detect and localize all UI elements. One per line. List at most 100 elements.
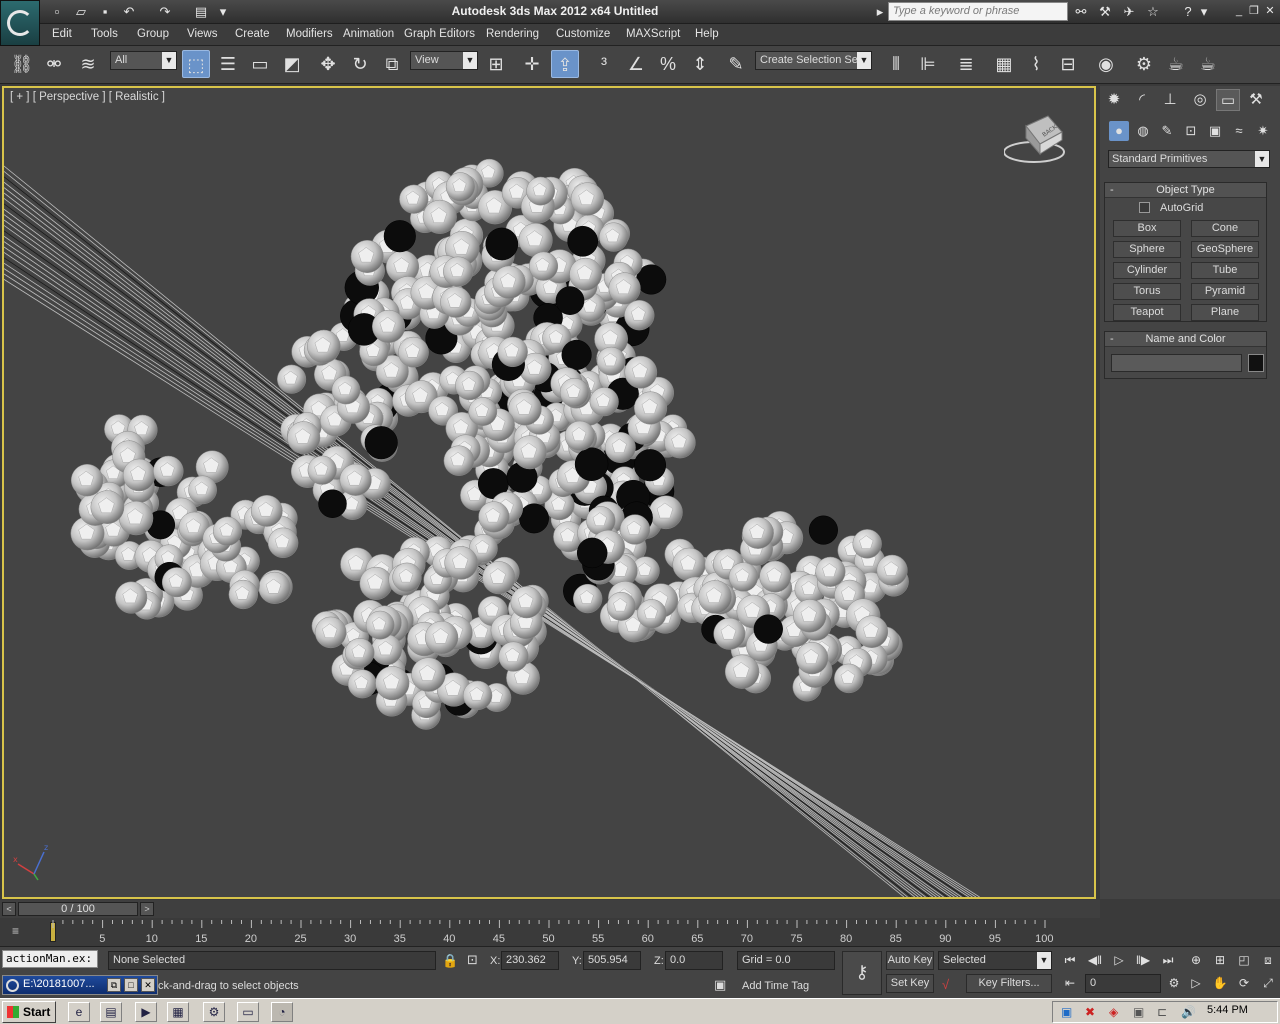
object-name-input[interactable]	[1111, 354, 1242, 372]
select-and-link-icon[interactable]: ⛓	[8, 50, 36, 78]
z-coord-field[interactable]: 0.0	[665, 951, 723, 970]
key-filter-curve-icon[interactable]: √	[942, 977, 949, 992]
absolute-transform-icon[interactable]: ⊡	[467, 952, 478, 968]
volume-icon[interactable]: 🔊	[1181, 1005, 1196, 1019]
tray-app-icon[interactable]: ▣	[1133, 1005, 1144, 1019]
geosphere-button[interactable]: GeoSphere	[1191, 241, 1259, 258]
systems-icon[interactable]: ✷	[1253, 121, 1273, 141]
settings-icon[interactable]: ⚙	[203, 1002, 225, 1022]
minimize-icon[interactable]: _	[1232, 4, 1246, 18]
curve-editor-icon[interactable]: ⌇	[1022, 50, 1050, 78]
start-button[interactable]: Start	[2, 1001, 56, 1023]
sphere-button[interactable]: Sphere	[1113, 241, 1181, 258]
shapes-icon[interactable]: ◍	[1133, 121, 1153, 141]
communication-center-icon[interactable]: ✈	[1119, 3, 1139, 21]
time-tag-icon[interactable]: ▣	[714, 977, 726, 993]
menu-group[interactable]: Group	[137, 28, 169, 40]
goto-end-icon[interactable]: ⏭	[1158, 951, 1178, 969]
zoom-all-icon[interactable]: ⊞	[1210, 951, 1230, 969]
explorer-icon[interactable]: ▤	[100, 1002, 122, 1022]
restore-up-icon[interactable]: ⧉	[107, 978, 121, 992]
box-button[interactable]: Box	[1113, 220, 1181, 237]
geometry-icon[interactable]: ●	[1109, 121, 1129, 141]
pan-view-icon[interactable]: ✋	[1210, 974, 1230, 992]
select-object-icon[interactable]: ⬚	[182, 50, 210, 78]
set-key-icon[interactable]: ⚷	[842, 951, 882, 995]
zoom-extents-icon[interactable]: ◰	[1234, 951, 1254, 969]
add-time-tag[interactable]: Add Time Tag	[742, 980, 809, 992]
lock-selection-icon[interactable]: 🔒	[442, 953, 458, 969]
select-and-rotate-icon[interactable]: ↻	[346, 50, 374, 78]
material-editor-icon[interactable]: ◉	[1092, 50, 1120, 78]
open-file-icon[interactable]: ▱	[72, 3, 90, 20]
project-folder-icon[interactable]: ▤	[192, 3, 210, 20]
rect-selection-region-icon[interactable]: ▭	[246, 50, 274, 78]
help-icon[interactable]: ?	[1178, 3, 1198, 21]
keyboard-shortcut-override-icon[interactable]: ⇪	[551, 50, 579, 78]
render-setup-icon[interactable]: ⚙	[1130, 50, 1158, 78]
track-bar[interactable]: ≡ 5 10 15 20 25 30 35 40 45 50 55 60 65 70 75 80 85 90 95 1…	[0, 918, 1100, 946]
restore-icon[interactable]: ❐	[1247, 4, 1261, 18]
menu-tools[interactable]: Tools	[91, 28, 118, 40]
zoom-extents-all-icon[interactable]: ⧈	[1258, 951, 1278, 969]
angle-snap-icon[interactable]: ∠	[622, 50, 650, 78]
application-button[interactable]	[0, 0, 40, 46]
rendered-frame-window-icon[interactable]: ☕	[1162, 50, 1190, 78]
render-production-icon[interactable]: ☕	[1194, 50, 1222, 78]
x-coord-field[interactable]: 230.362	[501, 951, 559, 970]
menu-views[interactable]: Views	[187, 28, 217, 40]
new-file-icon[interactable]: ▫	[48, 3, 66, 20]
graphite-toolbar-icon[interactable]: ▦	[990, 50, 1018, 78]
schematic-view-icon[interactable]: ⊟	[1054, 50, 1082, 78]
menu-animation[interactable]: Animation	[343, 28, 394, 40]
usb-icon[interactable]: ⊏	[1157, 1005, 1167, 1019]
search-input[interactable]: Type a keyword or phrase	[888, 2, 1068, 21]
manage-layers-icon[interactable]: ≣	[952, 50, 980, 78]
next-key-icon[interactable]: ‖▶	[1133, 951, 1153, 969]
torus-button[interactable]: Torus	[1113, 283, 1181, 300]
motion-tab-icon[interactable]: ◎	[1188, 89, 1212, 111]
spinner-snap-icon[interactable]: ⇕	[686, 50, 714, 78]
create-tab-icon[interactable]: ✹	[1102, 89, 1126, 111]
teapot-button[interactable]: Teapot	[1113, 304, 1181, 321]
play-icon[interactable]: ▷	[1109, 951, 1129, 969]
align-icon[interactable]: ⊫	[914, 50, 942, 78]
menu-edit[interactable]: Edit	[52, 28, 72, 40]
cone-button[interactable]: Cone	[1191, 220, 1259, 237]
auto-key-button[interactable]: Auto Key	[886, 951, 934, 970]
set-key-button[interactable]: Set Key	[886, 974, 934, 993]
modify-tab-icon[interactable]: ◜	[1130, 89, 1154, 111]
window-crossing-icon[interactable]: ◩	[278, 50, 306, 78]
field-of-view-icon[interactable]: ▷	[1186, 974, 1206, 992]
y-coord-field[interactable]: 505.954	[583, 951, 641, 970]
pivot-center-icon[interactable]: ⊞	[482, 50, 510, 78]
maximize-viewport-icon[interactable]: ⤢	[1258, 974, 1278, 992]
subscription-icon[interactable]: ⚒	[1095, 3, 1115, 21]
viewcube[interactable]: BACK	[1004, 110, 1068, 168]
close-icon[interactable]: ✕	[141, 978, 155, 992]
utilities-tab-icon[interactable]: ⚒	[1244, 89, 1268, 111]
name-and-color-header[interactable]: - Name and Color	[1105, 332, 1266, 347]
maximize-icon[interactable]: □	[124, 978, 138, 992]
antivirus-icon[interactable]: ✖	[1085, 1005, 1095, 1019]
ie-icon[interactable]: e	[68, 1002, 90, 1022]
named-selection-dropdown[interactable]: Create Selection Se ▼	[755, 51, 872, 70]
menu-help[interactable]: Help	[695, 28, 719, 40]
menu-customize[interactable]: Customize	[556, 28, 610, 40]
qa-dropdown-icon[interactable]: ▾	[214, 3, 232, 20]
minimized-window[interactable]: E:\20181007... ⧉ □ ✕	[2, 975, 158, 995]
binoculars-icon[interactable]: ⚯	[1071, 3, 1091, 21]
mirror-icon[interactable]: ⫴	[882, 50, 910, 78]
display-tab-icon[interactable]: ▭	[1216, 89, 1240, 111]
manipulate-icon[interactable]: ✛	[518, 50, 546, 78]
edit-named-selection-icon[interactable]: ✎	[722, 50, 750, 78]
menu-graph-editors[interactable]: Graph Editors	[404, 28, 475, 40]
select-and-scale-icon[interactable]: ⧉	[378, 50, 406, 78]
hierarchy-tab-icon[interactable]: ⊥	[1158, 89, 1182, 111]
expand-search-icon[interactable]: ▸	[873, 3, 887, 21]
key-mode-dropdown[interactable]: Selected ▼	[938, 951, 1052, 970]
3dsmax-task-icon[interactable]: ◔	[271, 1002, 293, 1022]
redo-icon[interactable]: ↷	[156, 3, 174, 20]
selection-filter-dropdown[interactable]: All ▼	[110, 51, 177, 70]
select-by-name-icon[interactable]: ☰	[214, 50, 242, 78]
